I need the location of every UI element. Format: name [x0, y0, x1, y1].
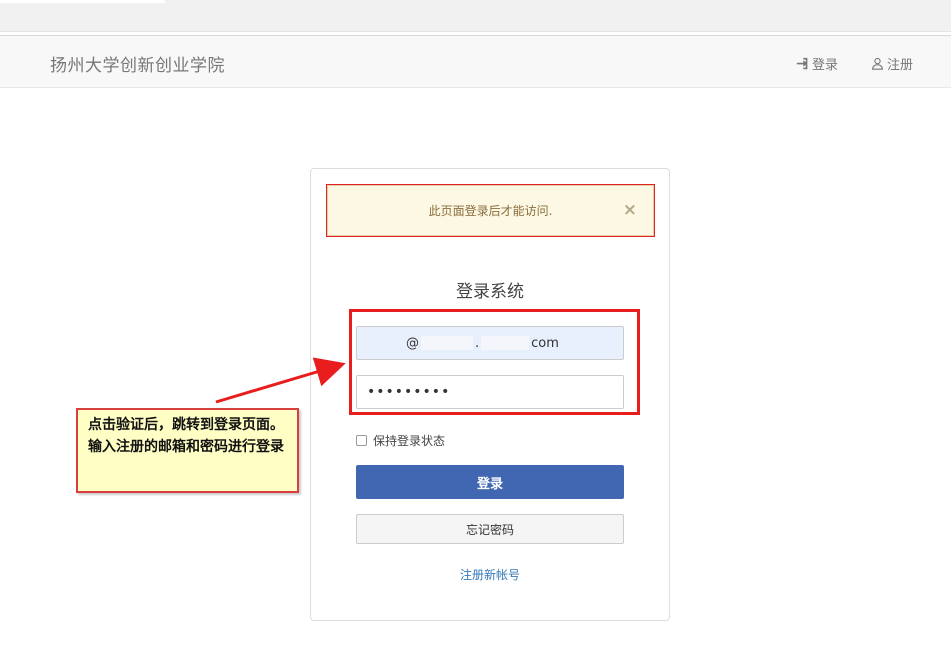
forgot-password-button[interactable]: 忘记密码 — [356, 514, 624, 544]
sign-in-icon — [796, 57, 808, 70]
browser-chrome-strip — [0, 0, 951, 32]
login-button[interactable]: 登录 — [356, 465, 624, 499]
alert-message: 此页面登录后才能访问. — [428, 204, 553, 218]
nav-login-link[interactable]: 登录 — [796, 54, 838, 73]
email-field[interactable] — [356, 326, 624, 360]
user-icon — [872, 57, 883, 70]
top-navbar: 扬州大学创新创业学院 登录 注册 — [0, 35, 951, 88]
nav-register-link[interactable]: 注册 — [871, 54, 913, 73]
login-required-alert: 此页面登录后才能访问. × — [326, 184, 655, 237]
remember-label: 保持登录状态 — [373, 434, 446, 448]
login-title: 登录系统 — [456, 282, 524, 302]
remember-checkbox[interactable] — [356, 435, 367, 446]
alert-close-icon[interactable]: × — [623, 200, 637, 220]
password-field[interactable]: ••••••••• — [356, 375, 624, 409]
brand-title[interactable]: 扬州大学创新创业学院 — [50, 51, 225, 76]
register-account-link[interactable]: 注册新帐号 — [311, 566, 669, 583]
nav-register-label: 注册 — [887, 58, 914, 73]
password-value: ••••••••• — [367, 384, 451, 400]
login-panel: 此页面登录后才能访问. × 登录系统 @ . com ••••••••• 保持登… — [310, 168, 670, 621]
nav-login-label: 登录 — [812, 58, 839, 73]
remember-me[interactable]: 保持登录状态 — [356, 432, 445, 449]
browser-tab[interactable] — [0, 0, 165, 3]
annotation-callout: 点击验证后，跳转到登录页面。输入注册的邮箱和密码进行登录 — [76, 408, 299, 493]
